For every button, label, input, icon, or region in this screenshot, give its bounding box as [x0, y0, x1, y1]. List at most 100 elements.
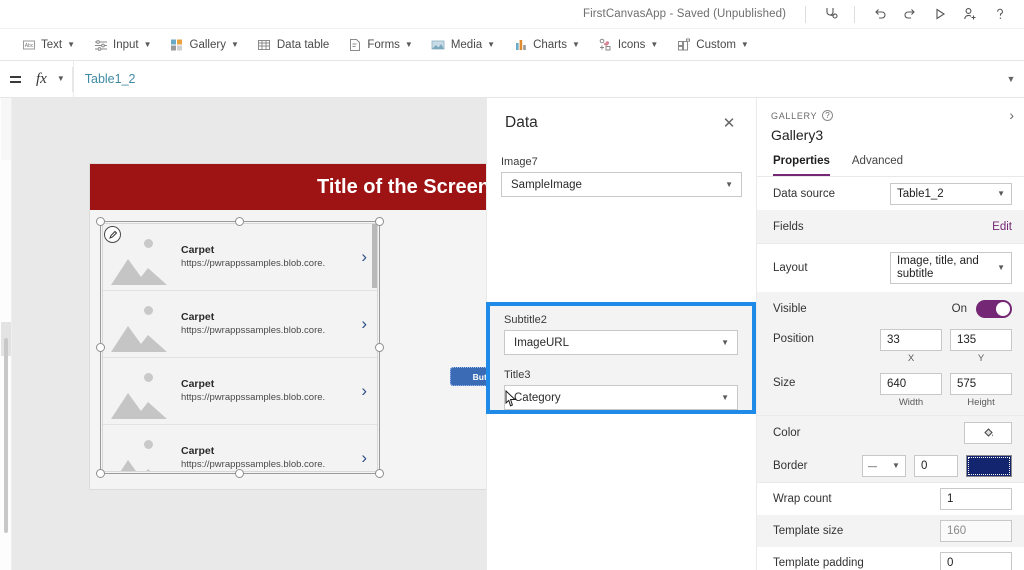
ribbon-item-text[interactable]: Abc Text ▼: [14, 32, 82, 58]
work-area: Title of the Screen Carpet https://pwrap…: [0, 98, 1024, 570]
property-group-data: Data source Table1_2 ▼ Fields Edit: [757, 177, 1024, 244]
template-padding-input[interactable]: 0: [940, 552, 1012, 570]
undo-icon[interactable]: [866, 2, 894, 26]
list-item-text: Carpet https://pwrappssamples.blob.core.: [181, 444, 361, 471]
list-item[interactable]: Carpet https://pwrappssamples.blob.core.…: [103, 425, 377, 471]
list-item-text: Carpet https://pwrappssamples.blob.core.: [181, 377, 361, 405]
data-field-image7: Image7 SampleImage ▼: [501, 156, 742, 197]
resize-handle-s[interactable]: [235, 469, 244, 478]
chevron-right-icon[interactable]: ›: [361, 381, 377, 401]
field-value: ImageURL: [514, 336, 569, 349]
data-source-dropdown[interactable]: Table1_2 ▼: [890, 182, 1012, 205]
color-picker-button[interactable]: [964, 421, 1012, 444]
chevron-right-icon[interactable]: ›: [1009, 108, 1014, 122]
resize-handle-se[interactable]: [375, 469, 384, 478]
image-placeholder-icon: [111, 363, 167, 419]
screen-preview[interactable]: Title of the Screen Carpet https://pwrap…: [90, 164, 510, 489]
wrap-count-input[interactable]: 1: [940, 488, 1012, 510]
field-dropdown[interactable]: Category ▼: [504, 385, 738, 410]
border-color-swatch[interactable]: [966, 454, 1012, 477]
property-row-fields: Fields Edit: [757, 210, 1024, 243]
ribbon-item-custom[interactable]: Custom ▼: [669, 32, 756, 58]
ribbon-label: Input: [113, 38, 139, 51]
resize-handle-ne[interactable]: [375, 217, 384, 226]
visible-toggle[interactable]: [976, 299, 1012, 318]
fields-edit-link[interactable]: Edit: [992, 221, 1012, 233]
fx-label: fx: [36, 70, 47, 87]
tab-properties[interactable]: Properties: [773, 155, 830, 176]
page-title: Title of the Screen: [316, 175, 490, 198]
ribbon-item-charts[interactable]: Charts ▼: [506, 32, 587, 58]
left-rail-scrollbar[interactable]: [4, 338, 8, 533]
ribbon-item-media[interactable]: Media ▼: [424, 32, 502, 58]
menu-toggle-icon[interactable]: [0, 61, 30, 98]
data-panel-header: Data ✕: [487, 98, 756, 132]
app-checker-icon[interactable]: [817, 2, 845, 26]
border-style-dropdown[interactable]: — ▼: [862, 454, 906, 477]
field-value: Category: [514, 391, 561, 404]
redo-icon[interactable]: [896, 2, 924, 26]
field-dropdown[interactable]: SampleImage ▼: [501, 172, 742, 197]
svg-text:Abc: Abc: [24, 43, 33, 49]
screen-title-bar[interactable]: Title of the Screen: [90, 164, 510, 210]
field-dropdown[interactable]: ImageURL ▼: [504, 330, 738, 355]
position-x-input[interactable]: 33: [880, 329, 942, 351]
ribbon-label: Media: [450, 38, 483, 51]
resize-handle-w[interactable]: [96, 343, 105, 352]
formula-expand-icon[interactable]: ▼: [998, 74, 1024, 84]
preview-icon[interactable]: [926, 2, 954, 26]
position-y-input[interactable]: 135: [950, 329, 1012, 351]
property-label: Color: [773, 426, 801, 439]
control-name-label: Gallery3: [771, 127, 824, 143]
formula-input[interactable]: Table1_2: [72, 60, 998, 98]
app-canvas[interactable]: Title of the Screen Carpet https://pwrap…: [12, 98, 510, 570]
ribbon-label: Charts: [533, 38, 567, 51]
list-item[interactable]: Carpet https://pwrappssamples.blob.core.…: [103, 224, 377, 291]
chevron-down-icon: ▼: [721, 392, 729, 402]
edit-pencil-icon[interactable]: [104, 226, 121, 243]
resize-handle-e[interactable]: [375, 343, 384, 352]
property-row-size: Size 640 Width 575 Height: [757, 369, 1024, 415]
title-bar: FirstCanvasApp - Saved (Unpublished): [0, 0, 1024, 29]
gallery-control[interactable]: Carpet https://pwrappssamples.blob.core.…: [102, 223, 378, 472]
chevron-right-icon[interactable]: ›: [361, 314, 377, 334]
help-icon[interactable]: [986, 2, 1014, 26]
control-type-text: GALLERY: [771, 110, 818, 121]
rail-segment: [1, 98, 11, 160]
ribbon-item-input[interactable]: Input ▼: [86, 32, 159, 58]
property-row-border: Border — ▼ 0: [757, 449, 1024, 482]
template-size-input[interactable]: 160: [940, 520, 1012, 542]
chevron-down-icon: ▼: [997, 263, 1005, 272]
properties-panel: GALLERY ? Gallery3 › Properties Advanced…: [756, 98, 1024, 570]
resize-handle-nw[interactable]: [96, 217, 105, 226]
fx-property-selector[interactable]: fx ▼: [30, 66, 73, 92]
chevron-right-icon[interactable]: ›: [361, 448, 377, 468]
ribbon-item-data-table[interactable]: Data table: [250, 32, 336, 58]
property-row-layout: Layout Image, title, and subtitle ▼: [757, 244, 1024, 292]
tab-advanced[interactable]: Advanced: [852, 155, 903, 176]
size-height-input[interactable]: 575: [950, 373, 1012, 395]
share-icon[interactable]: [956, 2, 984, 26]
properties-tabs: Properties Advanced: [757, 143, 1024, 177]
property-label: Visible: [773, 302, 807, 315]
close-icon[interactable]: ✕: [720, 116, 738, 131]
chevron-right-icon[interactable]: ›: [361, 247, 377, 267]
chevron-down-icon: ▼: [67, 39, 76, 49]
ribbon-item-gallery[interactable]: Gallery ▼: [163, 32, 246, 58]
size-width-input[interactable]: 640: [880, 373, 942, 395]
ribbon-item-icons[interactable]: Icons ▼: [591, 32, 665, 58]
resize-handle-n[interactable]: [235, 217, 244, 226]
resize-handle-sw[interactable]: [96, 469, 105, 478]
ribbon-item-forms[interactable]: Forms ▼: [340, 32, 420, 58]
input-icon: [93, 37, 108, 52]
list-item[interactable]: Carpet https://pwrappssamples.blob.core.…: [103, 358, 377, 425]
border-width-input[interactable]: 0: [914, 454, 958, 477]
image-placeholder-icon: [111, 296, 167, 352]
property-row-data-source: Data source Table1_2 ▼: [757, 177, 1024, 210]
list-item-subtitle: https://pwrappssamples.blob.core.: [181, 325, 326, 336]
help-icon[interactable]: ?: [822, 110, 834, 121]
size-width-cell: 640 Width: [880, 373, 942, 408]
layout-dropdown[interactable]: Image, title, and subtitle ▼: [890, 252, 1012, 284]
list-item[interactable]: Carpet https://pwrappssamples.blob.core.…: [103, 291, 377, 358]
charts-icon: [513, 37, 528, 52]
